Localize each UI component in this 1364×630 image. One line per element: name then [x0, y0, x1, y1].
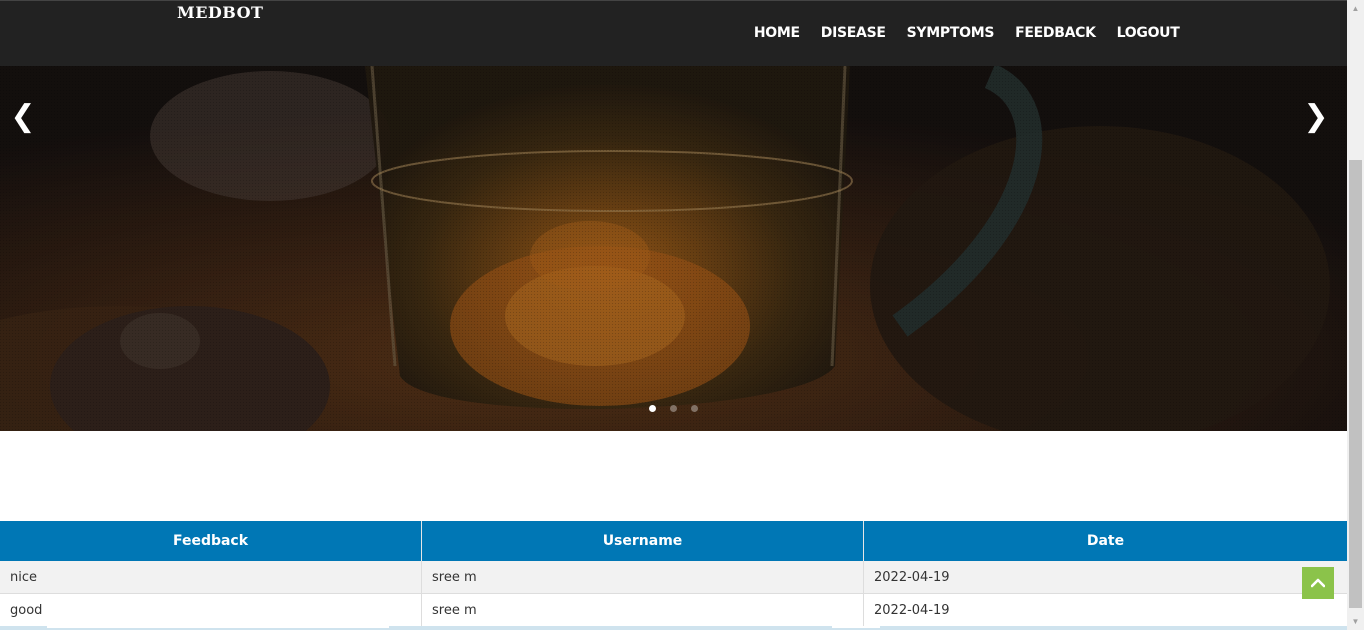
- carousel-indicator-2[interactable]: [670, 405, 677, 412]
- footer-edge: [0, 626, 1347, 630]
- carousel-next-button[interactable]: ❯: [1301, 102, 1331, 132]
- slide-overlay: [0, 66, 1347, 431]
- username-cell: sree m: [421, 561, 864, 594]
- chevron-right-icon: ❯: [1303, 99, 1329, 134]
- carousel-indicators: [0, 405, 1347, 412]
- brand-logo[interactable]: MEDBOT: [177, 3, 263, 22]
- table-header-row: Feedback Username Date: [0, 521, 1347, 561]
- nav-menu: HOME DISEASE SYMPTOMS FEEDBACK LOGOUT: [743, 23, 1190, 43]
- table-row: nice sree m 2022-04-19: [0, 561, 1347, 594]
- date-cell: 2022-04-19: [863, 561, 1347, 594]
- feedback-table: Feedback Username Date nice sree m 2022-…: [0, 521, 1347, 627]
- nav-item-logout[interactable]: LOGOUT: [1106, 23, 1190, 43]
- back-to-top-button[interactable]: [1302, 567, 1334, 599]
- scrollbar-thumb[interactable]: [1349, 160, 1362, 608]
- page: MEDBOT HOME DISEASE SYMPTOMS FEEDBACK LO…: [0, 0, 1347, 630]
- nav-item-feedback[interactable]: FEEDBACK: [1005, 23, 1107, 43]
- carousel-indicator-3[interactable]: [691, 405, 698, 412]
- chevron-up-icon: [1311, 578, 1325, 588]
- date-cell: 2022-04-19: [863, 593, 1347, 627]
- nav-item-home[interactable]: HOME: [743, 23, 810, 43]
- vertical-scrollbar[interactable]: ▲ ▼: [1347, 0, 1364, 630]
- column-header-date: Date: [863, 521, 1347, 561]
- scroll-up-arrow-icon[interactable]: ▲: [1347, 0, 1364, 17]
- username-cell: sree m: [421, 593, 864, 627]
- nav-item-disease[interactable]: DISEASE: [810, 23, 896, 43]
- carousel-prev-button[interactable]: ❮: [8, 102, 38, 132]
- carousel-indicator-1[interactable]: [649, 405, 656, 412]
- feedback-cell: good: [0, 593, 422, 627]
- chevron-left-icon: ❮: [10, 99, 36, 134]
- column-header-username: Username: [421, 521, 864, 561]
- table-row: good sree m 2022-04-19: [0, 593, 1347, 627]
- hero-carousel: ❮ ❯: [0, 66, 1347, 431]
- nav-item-symptoms[interactable]: SYMPTOMS: [896, 23, 1004, 43]
- column-header-feedback: Feedback: [0, 521, 422, 561]
- feedback-cell: nice: [0, 561, 422, 594]
- scroll-down-arrow-icon[interactable]: ▼: [1347, 613, 1364, 630]
- navbar: MEDBOT HOME DISEASE SYMPTOMS FEEDBACK LO…: [0, 0, 1347, 66]
